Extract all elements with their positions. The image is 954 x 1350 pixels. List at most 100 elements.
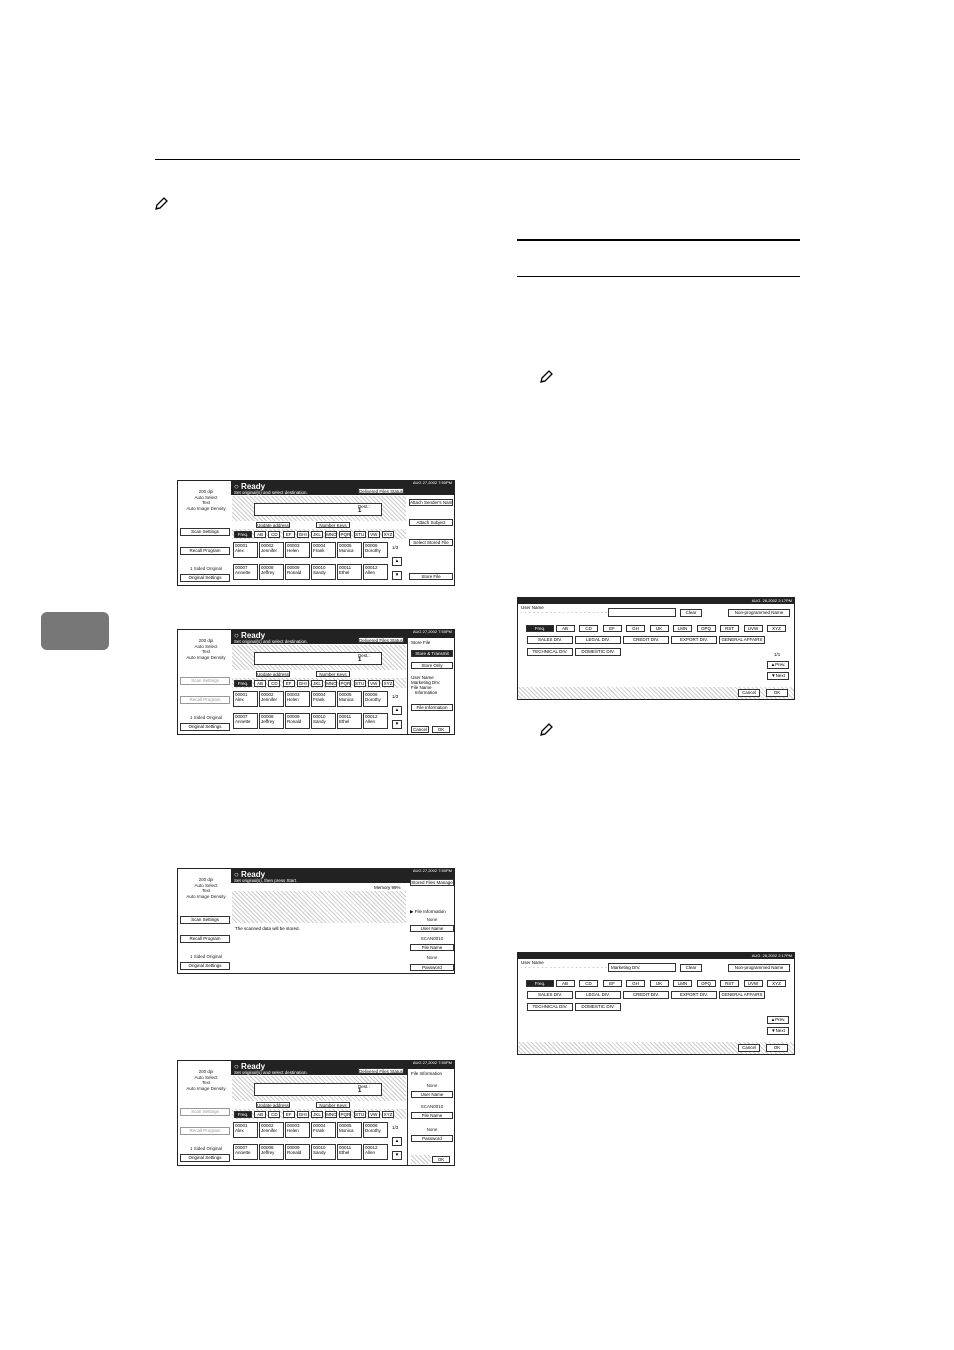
destination-entry[interactable]: 00001 Alex xyxy=(233,542,258,558)
destination-entry[interactable]: 00011 Ethel xyxy=(337,713,362,729)
destination-entry[interactable]: 00002 Jennifer xyxy=(259,691,284,707)
tab-cd[interactable]: CD xyxy=(579,980,598,987)
user-name-entry[interactable]: GENERAL AFFAIRS xyxy=(719,991,765,999)
recall-program-button[interactable]: Recall Program xyxy=(180,696,230,704)
destination-entry[interactable]: 00012 Allen xyxy=(363,1144,388,1160)
destination-entry[interactable]: 00007 Annette xyxy=(233,1144,258,1160)
tab-xyz[interactable]: XYZ xyxy=(382,1111,394,1118)
tab-ab[interactable]: AB xyxy=(555,980,575,987)
user-name-entry[interactable]: DOMESTIC DIV. xyxy=(575,648,621,656)
user-name-entry[interactable]: LEGAL DIV. xyxy=(575,991,621,999)
tab-pqr[interactable]: PQR xyxy=(339,680,352,687)
scan-settings-button[interactable]: Scan Settings xyxy=(180,677,230,685)
update-address-button[interactable]: Update address xyxy=(256,1102,290,1108)
scroll-up-button[interactable]: ▲ xyxy=(392,1137,402,1146)
destination-entry[interactable]: 00002 Jennifer xyxy=(259,542,284,558)
destination-entry[interactable]: 00006 Dorothy xyxy=(363,542,388,558)
destination-entry[interactable]: 00006 Dorothy xyxy=(363,1122,388,1138)
destination-entry[interactable]: 00007 Annette xyxy=(233,713,258,729)
destination-entry[interactable]: 00003 Helen xyxy=(285,691,310,707)
user-name-button[interactable]: User Name xyxy=(411,1091,453,1098)
password-button[interactable]: Password xyxy=(411,1135,453,1142)
tab-ab[interactable]: AB xyxy=(555,625,575,632)
tab-lmn[interactable]: LMN xyxy=(673,625,692,632)
tab-ab[interactable]: AB xyxy=(254,531,267,538)
number-keys-button[interactable]: Number Keys xyxy=(316,522,350,528)
tab-freq[interactable]: Freq. xyxy=(526,625,554,632)
destination-entry[interactable]: 00001 Alex xyxy=(233,1122,258,1138)
user-name-entry[interactable]: DOMESTIC DIV. xyxy=(575,1003,621,1011)
tab-opq[interactable]: OPQ xyxy=(696,625,716,632)
destination-entry[interactable]: 00003 Helen xyxy=(285,542,310,558)
scroll-down-button[interactable]: ▼ xyxy=(392,571,402,580)
destination-entry[interactable]: 00011 Ethel xyxy=(337,1144,362,1160)
user-name-entry[interactable]: TECHNICAL DIV. xyxy=(527,1003,573,1011)
tab-xyz[interactable]: XYZ xyxy=(767,980,786,987)
scan-settings-button[interactable]: Scan Settings xyxy=(180,528,230,536)
tab-vw[interactable]: VW xyxy=(367,680,380,687)
cancel-button[interactable]: Cancel xyxy=(738,1044,760,1052)
right-action-button[interactable]: Select Stored File xyxy=(409,539,453,546)
tab-stu[interactable]: STU xyxy=(353,1111,366,1118)
destination-entry[interactable]: 00003 Helen xyxy=(285,1122,310,1138)
scroll-up-button[interactable]: ▲ xyxy=(392,557,402,566)
tab-ef[interactable]: EF xyxy=(282,680,295,687)
user-name-entry[interactable]: EXPORT DIV. xyxy=(671,991,717,999)
next-button[interactable]: ▼Next xyxy=(767,672,789,680)
delivered-files-status-button[interactable]: Delivered Files Status xyxy=(358,637,404,643)
file-name-button[interactable]: File Name xyxy=(410,944,454,951)
password-button[interactable]: Password xyxy=(410,964,454,971)
scroll-down-button[interactable]: ▼ xyxy=(392,1151,402,1160)
destination-entry[interactable]: 00008 Jeffrey xyxy=(259,1144,284,1160)
recall-program-button[interactable]: Recall Program xyxy=(180,935,230,943)
right-action-button[interactable]: Attach Sender's Name xyxy=(409,499,453,506)
tab-rst[interactable]: RST xyxy=(720,625,739,632)
tab-ab[interactable]: AB xyxy=(254,680,267,687)
destination-entry[interactable]: 00009 Ronald xyxy=(285,713,310,729)
user-name-entry[interactable]: CREDIT DIV. xyxy=(623,991,669,999)
prev-button[interactable]: ▲Prev. xyxy=(767,661,789,669)
destination-entry[interactable]: 00009 Ronald xyxy=(285,1144,310,1160)
tab-ef[interactable]: EF xyxy=(602,980,622,987)
tab-xyz[interactable]: XYZ xyxy=(382,531,394,538)
tab-xyz[interactable]: XYZ xyxy=(767,625,786,632)
delivered-files-status-button[interactable]: Delivered Files Status xyxy=(358,1068,404,1074)
ok-button[interactable]: OK xyxy=(766,689,788,697)
tab-freq[interactable]: Freq. xyxy=(234,680,252,687)
destination-entry[interactable]: 00008 Jeffrey xyxy=(259,564,284,580)
user-name-field[interactable] xyxy=(608,608,676,617)
tab-cd[interactable]: CD xyxy=(268,680,281,687)
tab-pqr[interactable]: PQR xyxy=(339,531,352,538)
user-name-entry[interactable]: TECHNICAL DIV. xyxy=(527,648,573,656)
tab-ab[interactable]: AB xyxy=(254,1111,267,1118)
cancel-button[interactable]: Cancel xyxy=(411,726,429,733)
tab-uvw[interactable]: UVW xyxy=(743,980,763,987)
tab-ef[interactable]: EF xyxy=(282,531,295,538)
tab-mno[interactable]: MNO xyxy=(325,531,338,538)
tab-stu[interactable]: STU xyxy=(353,680,366,687)
store-and-transmit-button[interactable]: Store & Transmit xyxy=(411,650,453,657)
destination-entry[interactable]: 00008 Jeffrey xyxy=(259,713,284,729)
user-name-entry[interactable]: LEGAL DIV. xyxy=(575,636,621,644)
tab-gh[interactable]: GH xyxy=(626,980,645,987)
recall-program-button[interactable]: Recall Program xyxy=(180,547,230,555)
delivered-files-status-button[interactable]: Delivered Files Status xyxy=(358,488,404,494)
right-action-button[interactable]: Attach Subject xyxy=(409,519,453,526)
destination-entry[interactable]: 00005 Monica xyxy=(337,1122,362,1138)
tab-ijk[interactable]: IJK xyxy=(649,980,669,987)
user-name-field[interactable]: Marketing DIV. xyxy=(608,963,676,972)
tab-ghi[interactable]: GHI xyxy=(296,531,309,538)
tab-cd[interactable]: CD xyxy=(268,531,281,538)
stored-files-manage-button[interactable]: Stored Files Manage xyxy=(410,879,454,886)
destination-entry[interactable]: 00011 Ethel xyxy=(337,564,362,580)
user-name-button[interactable]: User Name xyxy=(410,925,454,932)
scan-settings-button[interactable]: Scan Settings xyxy=(180,916,230,924)
destination-entry[interactable]: 00002 Jennifer xyxy=(259,1122,284,1138)
tab-ef[interactable]: EF xyxy=(602,625,622,632)
original-settings-button[interactable]: Original Settings xyxy=(180,962,230,970)
destination-entry[interactable]: 00006 Dorothy xyxy=(363,691,388,707)
ok-button[interactable]: OK xyxy=(432,726,450,733)
tab-mno[interactable]: MNO xyxy=(325,680,338,687)
destination-entry[interactable]: 00004 Frank xyxy=(311,691,336,707)
non-programmed-name-button[interactable]: Non-programmed Name xyxy=(728,609,790,617)
